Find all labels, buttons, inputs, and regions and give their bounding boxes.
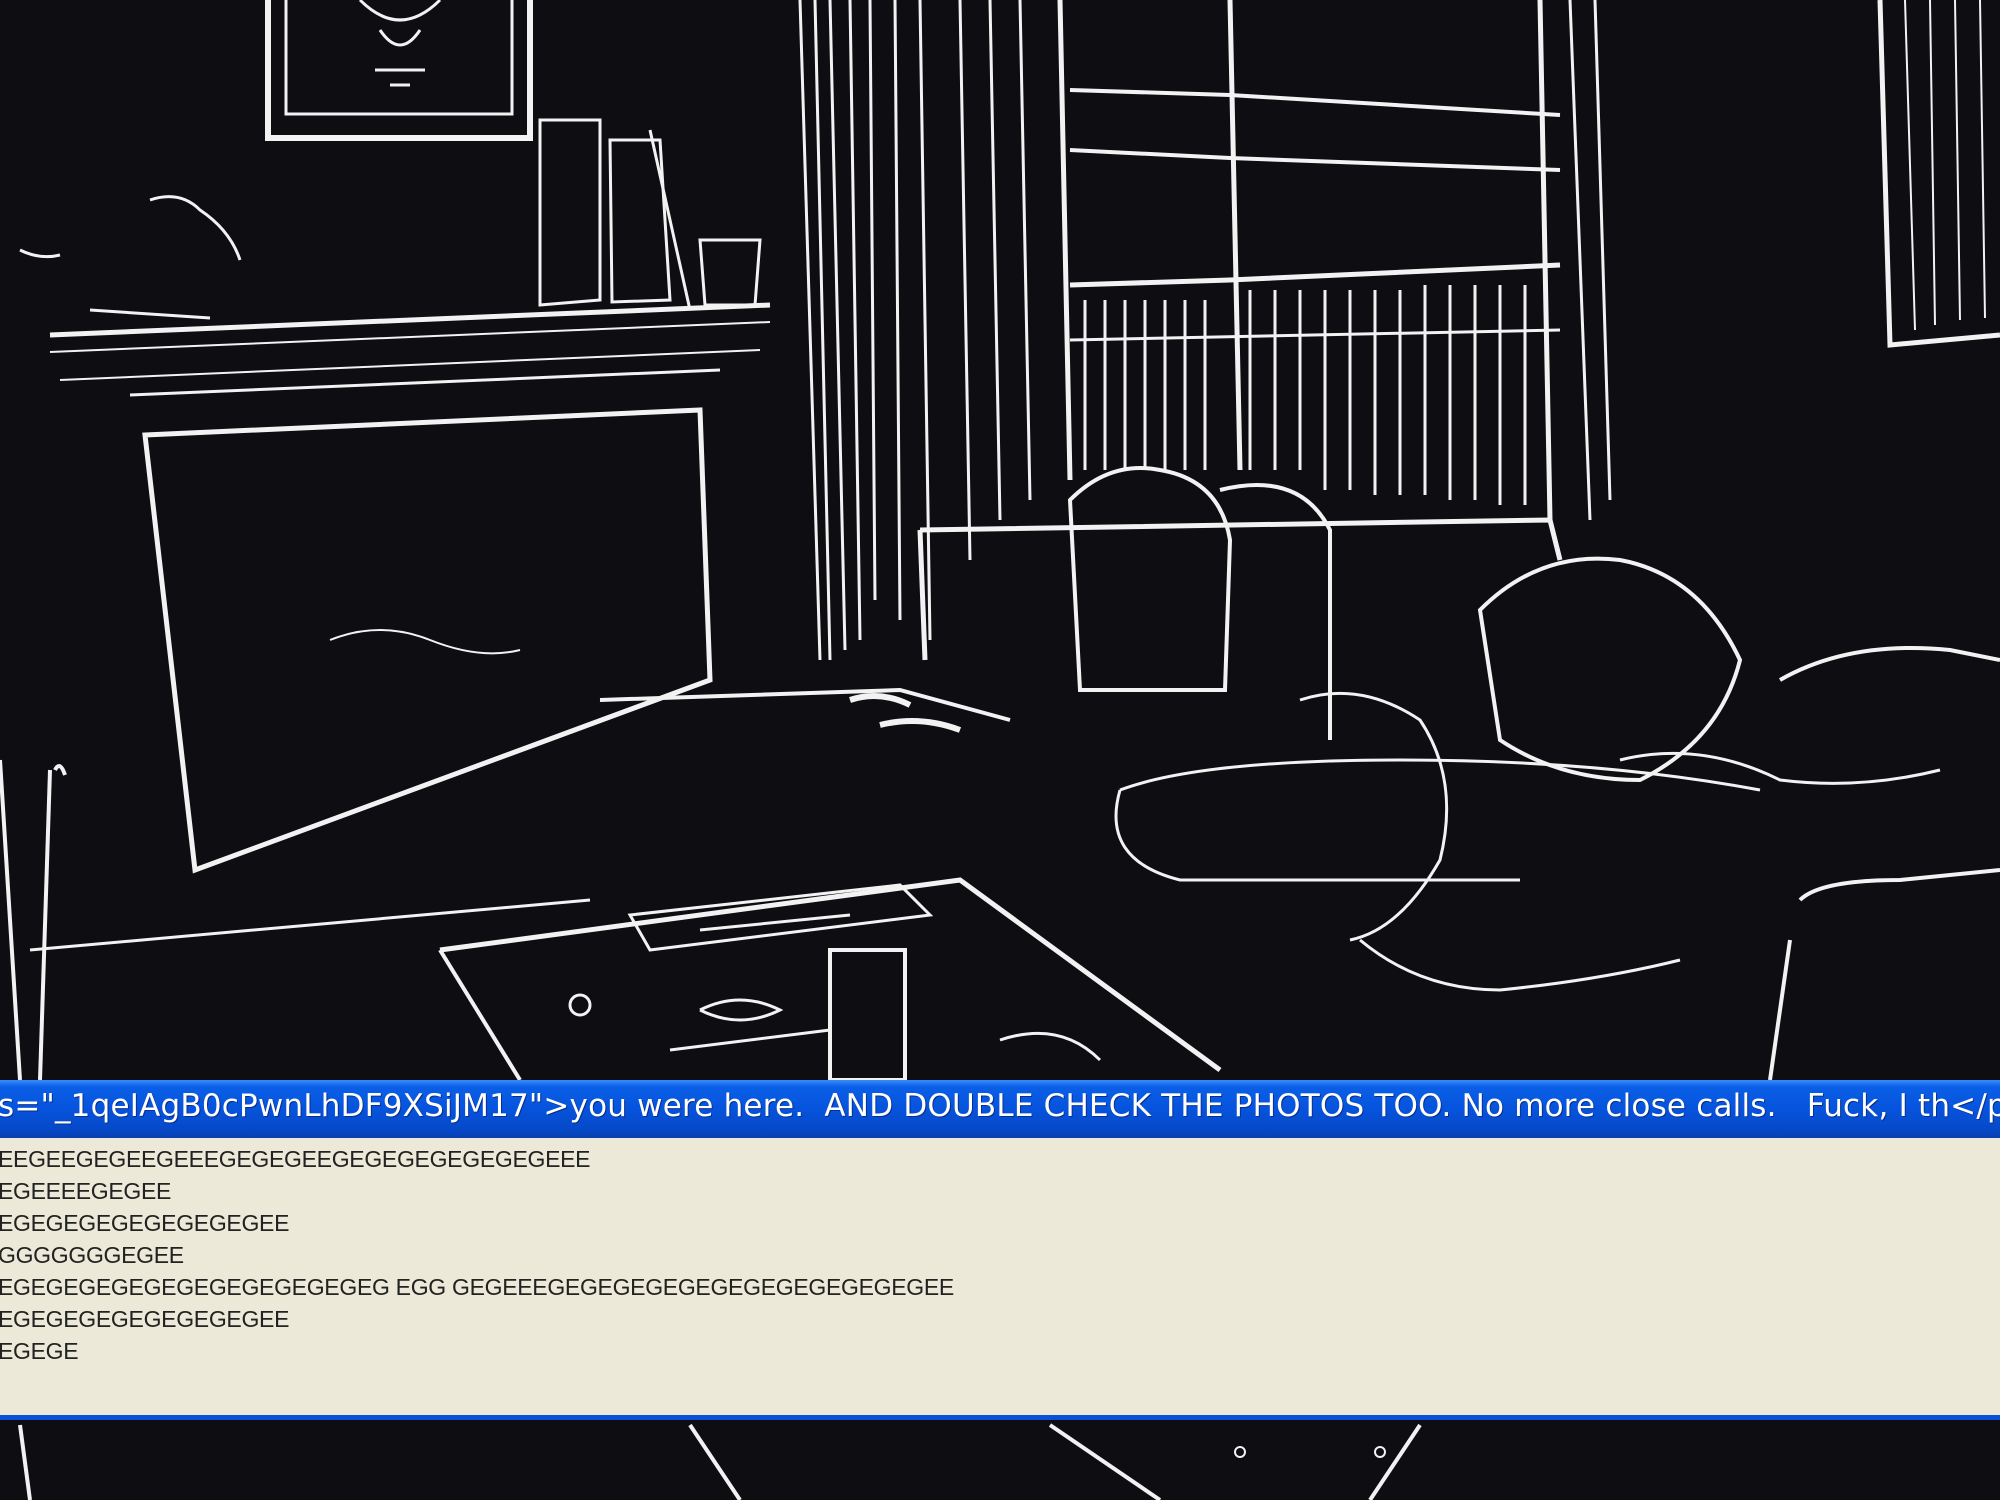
dialog-text-line: EGEGE <box>0 1338 79 1364</box>
dialog-text-line: GGGGGGGEGEE <box>0 1242 184 1268</box>
dialog-title-text: s="_1qeIAgB0cPwnLhDF9XSiJM17">you were h… <box>0 1088 2000 1124</box>
dialog-text-line: EGEGEGEGEGEGEGEGEGEGEGEG EGG GEGEEEGEGEG… <box>0 1274 954 1300</box>
dialog-title-bar[interactable]: s="_1qeIAgB0cPwnLhDF9XSiJM17">you were h… <box>0 1080 2000 1138</box>
dialog-body: EEGEEGEGEEGEEEGEGEGEEGEGEGEGEGEGEGEEE EG… <box>0 1138 2000 1415</box>
dialog-text-line: EEGEEGEGEEGEEEGEGEGEEGEGEGEGEGEGEGEEE <box>0 1146 591 1172</box>
message-dialog: s="_1qeIAgB0cPwnLhDF9XSiJM17">you were h… <box>0 1080 2000 1420</box>
dialog-text-line: EGEEEEGEGEE <box>0 1178 172 1204</box>
dialog-text-line: EGEGEGEGEGEGEGEGEE <box>0 1306 290 1332</box>
dialog-text-line: EGEGEGEGEGEGEGEGEE <box>0 1210 290 1236</box>
screen: s="_1qeIAgB0cPwnLhDF9XSiJM17">you were h… <box>0 0 2000 1500</box>
